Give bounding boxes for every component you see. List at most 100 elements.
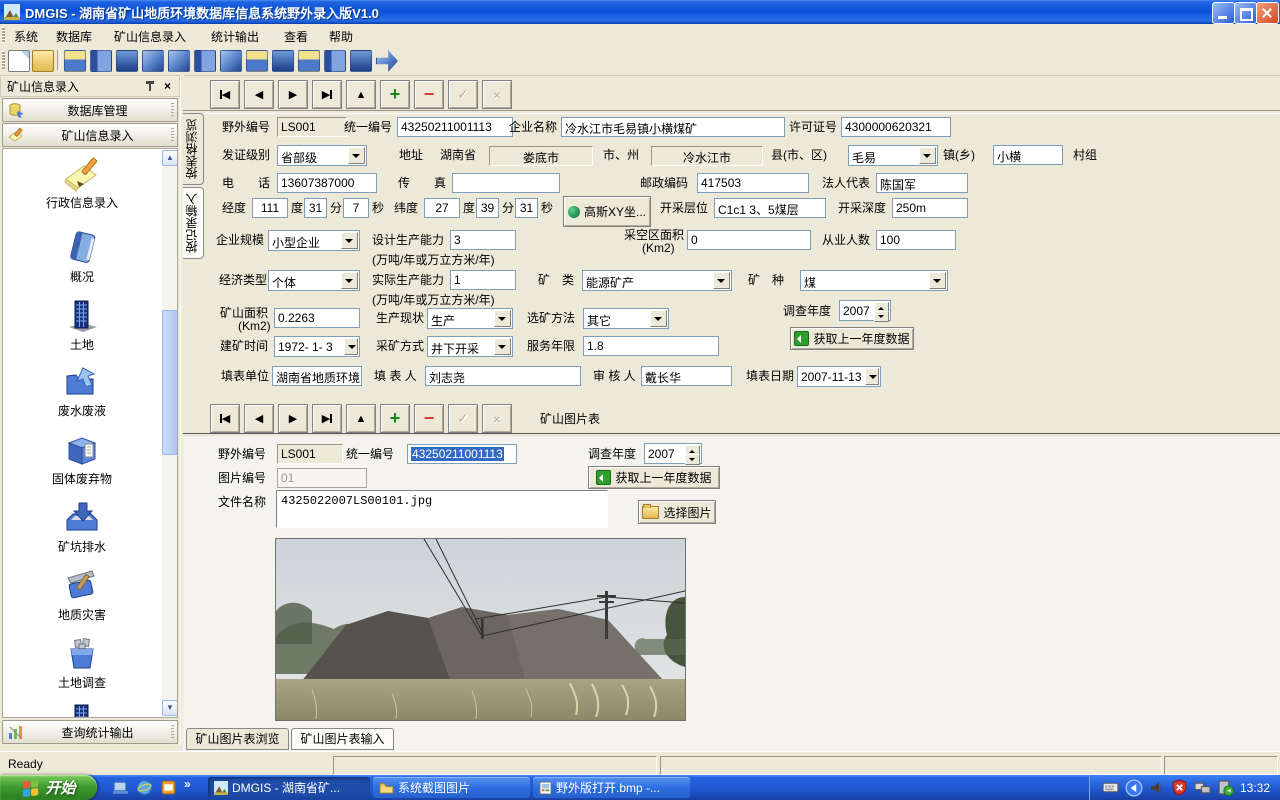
latitude-min-input[interactable]: 39 [476, 198, 499, 218]
taskbar-task-dmgis[interactable]: DMGIS - 湖南省矿... [208, 777, 370, 798]
start-button[interactable]: 开始 [0, 775, 97, 800]
wastewater-folder-icon[interactable] [142, 50, 164, 72]
menu-database[interactable]: 数据库 [52, 28, 96, 45]
pic-fetch-previous-year-button[interactable]: 获取上一年度数据 [588, 466, 720, 489]
nav-up-button[interactable]: ▲ [346, 80, 376, 109]
mining-layer-input[interactable]: C1c1 3、5煤层 [714, 198, 826, 218]
drainage-icon[interactable] [194, 50, 216, 72]
chevron-down-icon[interactable] [344, 338, 358, 355]
phone-input[interactable]: 13607387000 [277, 173, 377, 193]
menu-stat-output[interactable]: 统计输出 [207, 28, 263, 45]
overview-icon[interactable] [90, 50, 112, 72]
security-alert-icon[interactable] [1171, 779, 1188, 796]
scroll-up-icon[interactable]: ▲ [162, 150, 178, 166]
chevron-down-icon[interactable] [713, 272, 730, 289]
chevron-down-icon[interactable] [341, 272, 358, 289]
sidebar-item-admin-entry[interactable]: 行政信息录入 [3, 155, 161, 211]
pic-nav-last-button[interactable]: ▶ [312, 404, 342, 433]
spin-down-icon[interactable] [874, 311, 889, 322]
fill-person-input[interactable]: 刘志尧 [425, 366, 581, 386]
internet-explorer-icon[interactable] [136, 779, 153, 796]
sidebar-scrollbar[interactable]: ▲ ▼ [162, 150, 178, 716]
mail-icon[interactable] [160, 779, 177, 796]
sidebar-group-database[interactable]: 数据库管理 [2, 98, 178, 122]
language-bar-icon[interactable] [1125, 779, 1143, 797]
chevron-down-icon[interactable] [919, 147, 936, 164]
tab-picture-browse[interactable]: 矿山图片表浏览 [186, 728, 289, 750]
pic-nav-prev-button[interactable]: ◀ [244, 404, 274, 433]
license-no-input[interactable]: 4300000620321 [841, 117, 951, 137]
measure-icon[interactable] [298, 50, 320, 72]
scrollbar-thumb[interactable] [162, 310, 178, 455]
build-time-select[interactable]: 1972- 1- 3 [274, 336, 360, 357]
sidebar-item-overview[interactable]: 概况 [3, 229, 161, 285]
mine-area-input[interactable]: 0.2263 [274, 308, 360, 328]
mining-method-select[interactable]: 井下开采 [427, 336, 513, 357]
fax-input[interactable] [452, 173, 560, 193]
enterprise-scale-select[interactable]: 小型企业 [268, 230, 360, 251]
gauss-xy-button[interactable]: 高斯XY坐... [563, 196, 651, 227]
land-building-icon[interactable] [116, 50, 138, 72]
service-years-input[interactable]: 1.8 [583, 336, 719, 356]
minimize-button[interactable] [1212, 2, 1235, 24]
menu-mine-entry[interactable]: 矿山信息录入 [110, 28, 190, 45]
actual-capacity-input[interactable]: 1 [450, 270, 516, 290]
design-capacity-input[interactable]: 3 [450, 230, 516, 250]
tab-record-entry[interactable]: 按记录输入 [183, 187, 204, 259]
mining-depth-input[interactable]: 250m [892, 198, 968, 218]
sidebar-item-wastewater[interactable]: 废水废液 [3, 363, 161, 419]
fetch-previous-year-button[interactable]: 获取上一年度数据 [790, 327, 914, 350]
auditor-input[interactable]: 戴长华 [641, 366, 732, 386]
close-button[interactable] [1256, 2, 1279, 24]
pic-nav-next-button[interactable]: ▶ [278, 404, 308, 433]
sidebar-item-land-survey[interactable]: 土地调查 [3, 635, 161, 691]
sidebar-group-query-stat[interactable]: 查询统计输出 [2, 720, 178, 744]
nav-add-button[interactable]: + [380, 80, 410, 109]
nav-remove-button[interactable]: − [414, 80, 444, 109]
pic-nav-accept-button[interactable]: ✓ [448, 404, 478, 433]
survey-year-spinner[interactable]: 2007 [839, 300, 891, 321]
volume-icon[interactable] [1149, 780, 1165, 796]
nav-cancel-button[interactable]: × [482, 80, 512, 109]
spin-down-icon[interactable] [685, 454, 700, 465]
pic-nav-up-button[interactable]: ▲ [346, 404, 376, 433]
legal-rep-input[interactable]: 陈国军 [876, 173, 968, 193]
nav-first-button[interactable]: ◀ [210, 80, 240, 109]
pic-survey-year-spinner[interactable]: 2007 [644, 443, 702, 464]
solid-waste-cube-icon[interactable] [168, 50, 190, 72]
chevron-down-icon[interactable] [494, 338, 511, 355]
tab-picture-entry[interactable]: 矿山图片表输入 [291, 728, 394, 750]
disc-icon[interactable] [220, 50, 242, 72]
employees-input[interactable]: 100 [876, 230, 956, 250]
chevron-down-icon[interactable] [650, 310, 667, 327]
mine-class-select[interactable]: 能源矿产 [582, 270, 732, 291]
taskbar-task-folder[interactable]: 系统截图图片 [373, 777, 530, 798]
nav-last-button[interactable]: ▶ [312, 80, 342, 109]
pic-nav-cancel-button[interactable]: × [482, 404, 512, 433]
mine-kind-select[interactable]: 煤 [800, 270, 948, 291]
choose-picture-button[interactable]: 选择图片 [638, 500, 716, 524]
sidebar-item-partial[interactable] [3, 701, 161, 718]
column-icon[interactable] [272, 50, 294, 72]
sidebar-close-icon[interactable]: × [164, 79, 171, 93]
updates-icon[interactable] [1217, 779, 1234, 796]
chevron-down-icon[interactable] [865, 368, 879, 385]
file-name-input[interactable]: 4325022007LS00101.jpg [276, 490, 608, 528]
sidebar-item-land[interactable]: 土地 [3, 297, 161, 353]
sidebar-item-mine-drainage[interactable]: 矿坑排水 [3, 499, 161, 555]
town-input[interactable]: 小横 [993, 145, 1063, 165]
menu-help[interactable]: 帮助 [325, 28, 357, 45]
menu-view[interactable]: 查看 [280, 28, 312, 45]
chevron-down-icon[interactable] [494, 310, 511, 327]
economy-type-select[interactable]: 个体 [268, 270, 360, 291]
chevron-down-icon[interactable] [348, 147, 365, 164]
county-select[interactable]: 毛易 [848, 145, 938, 166]
quick-launch-chevron[interactable]: » [184, 777, 191, 791]
network-icon[interactable] [1194, 779, 1211, 796]
pic-nav-remove-button[interactable]: − [414, 404, 444, 433]
keyboard-icon[interactable] [1102, 779, 1119, 796]
menu-system[interactable]: 系统 [10, 28, 42, 45]
nav-accept-button[interactable]: ✓ [448, 80, 478, 109]
show-desktop-icon[interactable] [112, 779, 129, 796]
pic-unified-no-input[interactable]: 43250211001113 [407, 444, 517, 464]
